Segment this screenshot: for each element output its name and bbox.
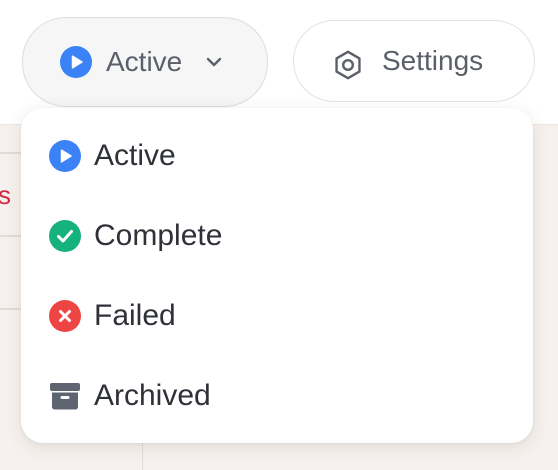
background-partial-text: s (0, 180, 11, 210)
menu-item-label: Complete (94, 219, 223, 252)
menu-item-label: Failed (94, 299, 176, 332)
status-dropdown-menu: Active Complete Failed Archived (21, 108, 533, 443)
check-circle-icon (49, 220, 81, 252)
menu-item-complete[interactable]: Complete (21, 196, 533, 276)
menu-item-archived[interactable]: Archived (21, 356, 533, 436)
top-toolbar: Active Settings (0, 0, 558, 125)
chevron-down-icon (204, 52, 224, 72)
play-circle-icon (60, 46, 92, 78)
menu-item-active[interactable]: Active (21, 116, 533, 196)
play-circle-icon (49, 140, 81, 172)
status-dropdown-button[interactable]: Active (22, 17, 268, 107)
menu-item-failed[interactable]: Failed (21, 276, 533, 356)
settings-button[interactable]: Settings (293, 20, 535, 102)
settings-label: Settings (382, 45, 484, 76)
hexagon-gear-icon (332, 45, 364, 80)
menu-item-label: Archived (94, 379, 211, 412)
menu-item-label: Active (94, 139, 176, 172)
x-circle-icon (49, 300, 81, 332)
archive-box-icon (49, 380, 81, 412)
status-dropdown-label: Active (106, 46, 183, 77)
